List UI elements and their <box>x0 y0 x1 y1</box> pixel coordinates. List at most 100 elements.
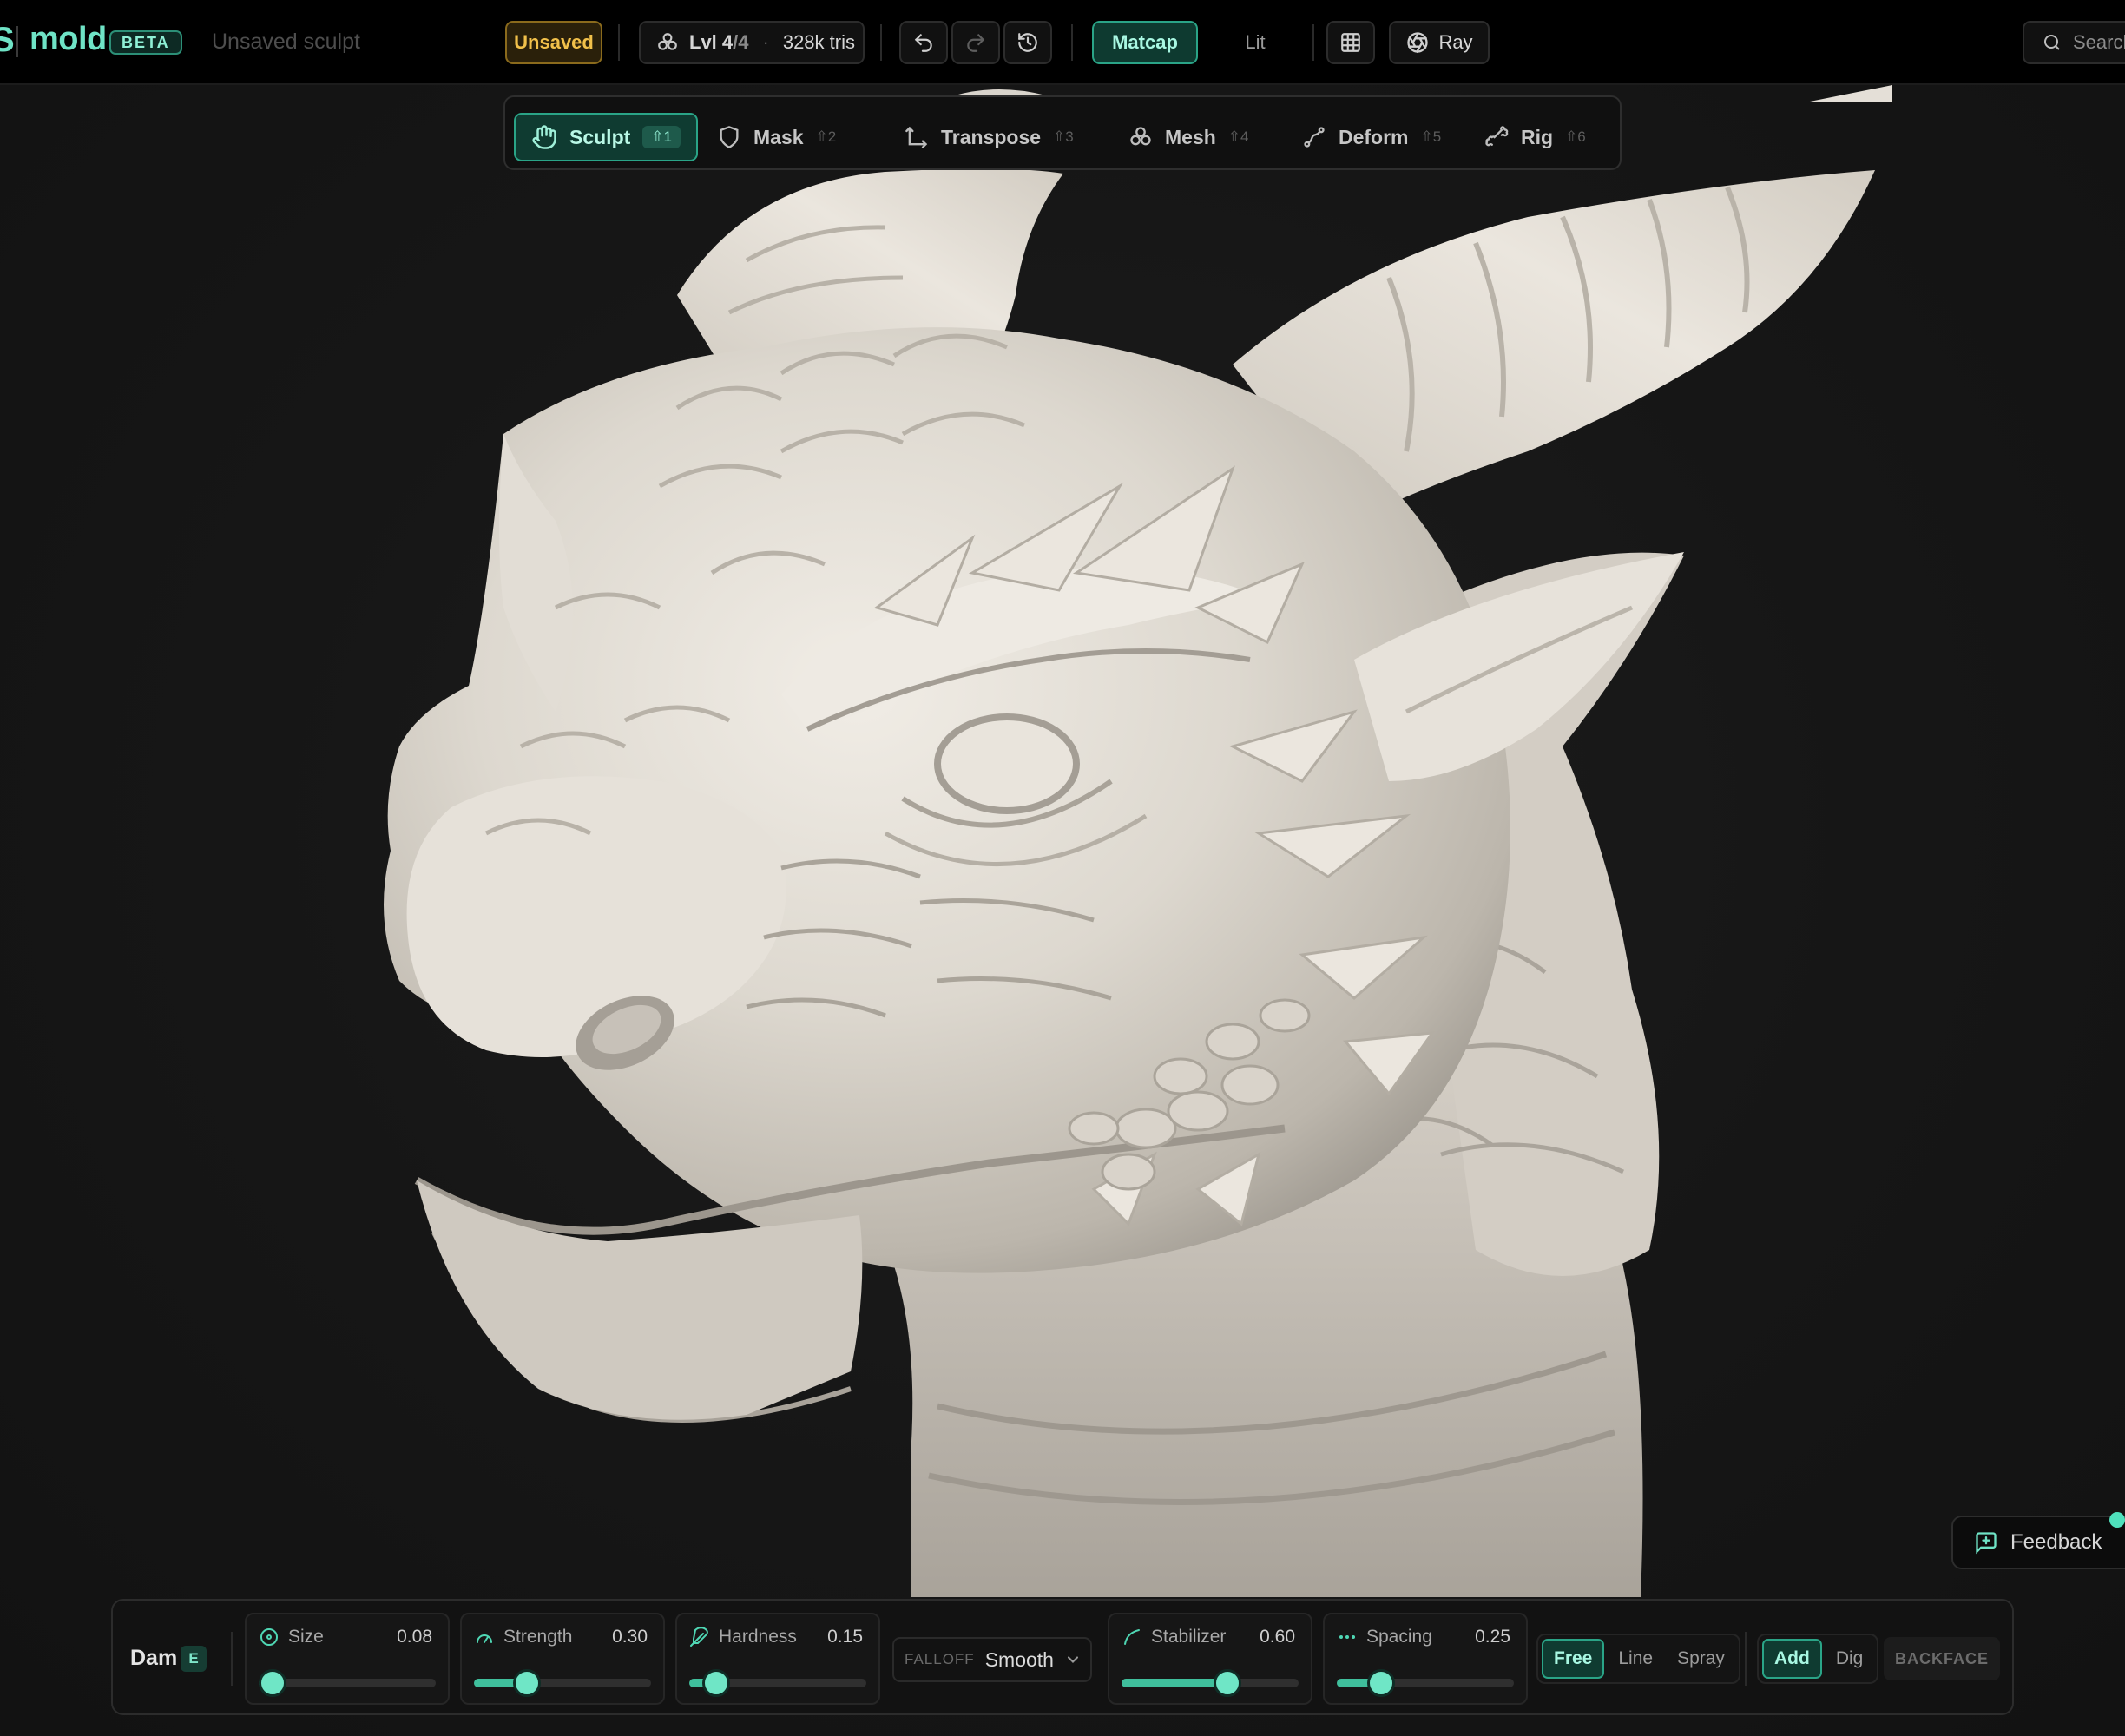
stabilizer-param: Stabilizer 0.60 <box>1108 1613 1312 1705</box>
divider <box>1312 24 1314 61</box>
stabilizer-label: Stabilizer <box>1151 1627 1227 1647</box>
brush-name[interactable]: Dam <box>130 1646 177 1671</box>
strength-icon <box>474 1627 495 1647</box>
wireframe-toggle-button[interactable] <box>1326 21 1375 64</box>
deform-icon <box>1302 125 1326 149</box>
brush-direction-toggle: Add Dig <box>1757 1634 1879 1684</box>
falloff-select[interactable]: FALLOFF Smooth <box>892 1637 1092 1682</box>
search-icon <box>2042 32 2062 53</box>
divider <box>231 1632 233 1686</box>
stroke-mode-line[interactable]: Line <box>1608 1639 1663 1679</box>
mode-tab-sculpt[interactable]: Sculpt ⇧1 <box>514 113 698 161</box>
dragon-head-model[interactable] <box>0 85 2125 1736</box>
size-icon <box>259 1627 280 1647</box>
mode-shortcut: ⇧5 <box>1420 128 1442 145</box>
size-slider[interactable] <box>259 1669 436 1697</box>
aperture-icon <box>1405 30 1430 55</box>
beta-badge: BETA <box>109 30 182 55</box>
bone-icon <box>1484 125 1509 149</box>
mode-tab-mask[interactable]: Mask ⇧2 <box>701 113 852 161</box>
document-name[interactable]: Unsaved sculpt <box>212 30 360 55</box>
notification-dot <box>2109 1512 2125 1528</box>
search-button[interactable]: Search <box>2023 21 2125 64</box>
mode-label: Mask <box>753 125 804 148</box>
backface-toggle[interactable]: BACKFACE <box>1884 1637 2000 1680</box>
shield-icon <box>717 125 741 149</box>
render-mode-matcap[interactable]: Matcap <box>1092 21 1198 64</box>
transpose-icon <box>905 125 929 149</box>
history-button[interactable] <box>1003 21 1052 64</box>
stroke-mode-spray[interactable]: Spray <box>1667 1639 1735 1679</box>
mode-tab-deform[interactable]: Deform ⇧5 <box>1286 113 1457 161</box>
falloff-value: Smooth <box>984 1647 1054 1671</box>
grid-icon <box>1339 31 1362 54</box>
divider <box>880 24 882 61</box>
mode-shortcut: ⇧4 <box>1227 128 1249 145</box>
subdivision-level-button[interactable]: Lvl 4/4 · 328k tris <box>639 21 865 64</box>
mode-shortcut: ⇧6 <box>1565 128 1586 145</box>
mode-shortcut: ⇧1 <box>642 126 681 148</box>
spacing-param: Spacing 0.25 <box>1323 1613 1528 1705</box>
mode-tab-mesh[interactable]: Mesh ⇧4 <box>1113 113 1265 161</box>
mode-shortcut: ⇧2 <box>815 128 837 145</box>
render-mode-lit[interactable]: Lit <box>1214 21 1297 64</box>
feedback-icon <box>1974 1530 1998 1555</box>
spacing-value[interactable]: 0.25 <box>1475 1627 1510 1647</box>
direction-dig[interactable]: Dig <box>1826 1639 1874 1679</box>
mode-label: Rig <box>1521 125 1554 148</box>
ray-label: Ray <box>1438 31 1473 53</box>
slider-thumb[interactable] <box>1367 1669 1395 1697</box>
app-logo[interactable]: mold <box>30 21 107 58</box>
slider-thumb[interactable] <box>513 1669 542 1697</box>
falloff-label: FALLOFF <box>905 1651 975 1667</box>
slider-fill <box>1122 1679 1228 1687</box>
feather-icon <box>689 1627 710 1647</box>
brush-settings-bar: Dam E Size 0.08 Strength 0.30 Hardness 0… <box>111 1599 2014 1715</box>
separator-dot: · <box>762 31 769 53</box>
triangle-count: 328k tris <box>782 31 855 53</box>
brush-shortcut-badge: E <box>181 1646 207 1672</box>
spacing-label: Spacing <box>1366 1627 1432 1647</box>
mode-label: Transpose <box>941 125 1042 148</box>
mode-tab-rig[interactable]: Rig ⇧6 <box>1469 113 1602 161</box>
strength-slider[interactable] <box>474 1669 651 1697</box>
undo-button[interactable] <box>899 21 948 64</box>
slider-thumb[interactable] <box>701 1669 730 1697</box>
mode-shortcut: ⇧3 <box>1053 128 1074 145</box>
level-label: Lvl 4/4 <box>689 31 749 53</box>
stabilizer-slider[interactable] <box>1122 1669 1299 1697</box>
strength-value[interactable]: 0.30 <box>612 1627 648 1647</box>
sculpt-viewport[interactable] <box>0 85 2125 1736</box>
size-value[interactable]: 0.08 <box>397 1627 432 1647</box>
mesh-icon <box>656 31 679 54</box>
spacing-slider[interactable] <box>1337 1669 1514 1697</box>
mesh-icon <box>1128 125 1153 149</box>
size-label: Size <box>288 1627 324 1647</box>
search-label: Search <box>2073 31 2125 53</box>
direction-add[interactable]: Add <box>1762 1639 1822 1679</box>
slider-thumb[interactable] <box>259 1669 287 1697</box>
hardness-slider[interactable] <box>689 1669 866 1697</box>
mode-label: Deform <box>1339 125 1409 148</box>
undo-icon <box>912 31 935 54</box>
redo-button[interactable] <box>951 21 1000 64</box>
stabilizer-value[interactable]: 0.60 <box>1260 1627 1295 1647</box>
stabilizer-icon <box>1122 1627 1142 1647</box>
divider <box>1745 1632 1747 1686</box>
chevron-down-icon <box>1064 1651 1082 1668</box>
slider-thumb[interactable] <box>1214 1669 1242 1697</box>
hand-icon <box>531 124 557 150</box>
save-status-badge[interactable]: Unsaved <box>505 21 602 64</box>
stroke-mode-free[interactable]: Free <box>1542 1639 1605 1679</box>
strength-param: Strength 0.30 <box>460 1613 665 1705</box>
mode-toolbar: Sculpt ⇧1 Mask ⇧2 Transpose ⇧3 Mesh ⇧4 D… <box>503 95 1622 170</box>
hardness-value[interactable]: 0.15 <box>827 1627 863 1647</box>
feedback-label: Feedback <box>2010 1530 2102 1554</box>
raytrace-button[interactable]: Ray <box>1389 21 1490 64</box>
history-icon <box>1016 31 1039 54</box>
feedback-button[interactable]: Feedback <box>1951 1516 2125 1569</box>
divider <box>1071 24 1073 61</box>
mode-label: Mesh <box>1165 125 1216 148</box>
mode-tab-transpose[interactable]: Transpose ⇧3 <box>889 113 1089 161</box>
redo-icon <box>964 31 987 54</box>
